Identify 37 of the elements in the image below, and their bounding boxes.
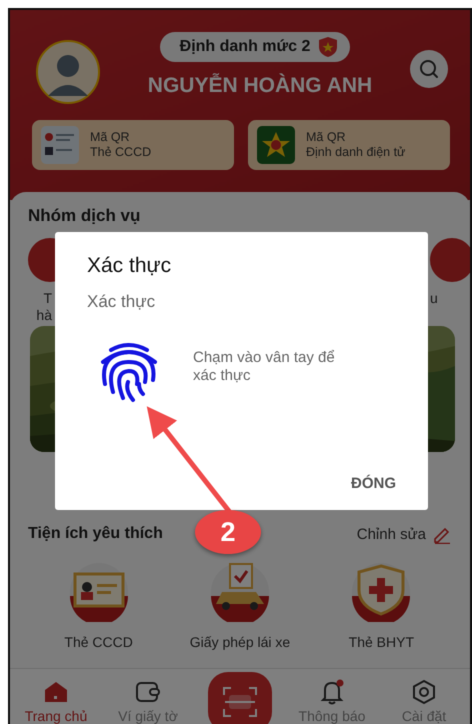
id-card-icon: [40, 125, 80, 165]
search-button[interactable]: [410, 50, 448, 88]
qr-subtitle: Định danh điện tử: [306, 145, 406, 160]
service-label: u: [430, 290, 438, 307]
user-name: NGUYỄN HOÀNG ANH: [148, 74, 372, 98]
dialog-subtitle: Xác thực: [87, 292, 156, 312]
section-title: Nhóm dịch vụ: [28, 206, 142, 226]
dialog-message: Chạm vào vân tay để xác thực: [193, 349, 336, 385]
favorite-label[interactable]: Thẻ CCCD: [64, 634, 133, 650]
nav-tab[interactable]: Ví giấy tờ: [102, 678, 194, 724]
id-card-icon[interactable]: [68, 562, 129, 622]
settings-icon: [410, 678, 438, 706]
qr-title: Mã QR: [90, 130, 131, 145]
nav-tab[interactable]: Thông báo: [286, 678, 378, 724]
section-title: Tiện ích yêu thích: [28, 525, 163, 543]
favorite-label[interactable]: Giấy phép lái xe: [190, 634, 290, 650]
emblem-icon: [256, 125, 296, 165]
scan-button[interactable]: [208, 672, 272, 724]
qr-title: Mã QR: [306, 130, 347, 145]
qr-card[interactable]: Mã QR Thẻ CCCD: [32, 120, 234, 170]
service-label: T: [43, 290, 52, 307]
dialog-title: Xác thực: [87, 254, 172, 278]
service-label: hà: [36, 307, 52, 324]
favorite-label[interactable]: Thẻ BHYT: [348, 634, 414, 650]
nav-tab[interactable]: Trang chủ: [10, 678, 102, 724]
car-checklist-icon[interactable]: [210, 562, 270, 622]
bell-icon: [318, 678, 346, 706]
scan-icon: [223, 687, 257, 717]
edit-link[interactable]: Chỉnh sửa: [356, 524, 452, 544]
qr-card[interactable]: Mã QR Định danh điện tử: [248, 120, 450, 170]
level-text: Định danh mức 2: [180, 38, 310, 56]
shield-star-icon: [318, 36, 338, 58]
close-button[interactable]: ĐÓNG: [351, 471, 396, 496]
shield-cross-icon[interactable]: [351, 562, 412, 622]
qr-subtitle: Thẻ CCCD: [90, 145, 152, 160]
avatar: [36, 40, 100, 104]
nav-tab[interactable]: Cài đặt: [378, 678, 470, 724]
